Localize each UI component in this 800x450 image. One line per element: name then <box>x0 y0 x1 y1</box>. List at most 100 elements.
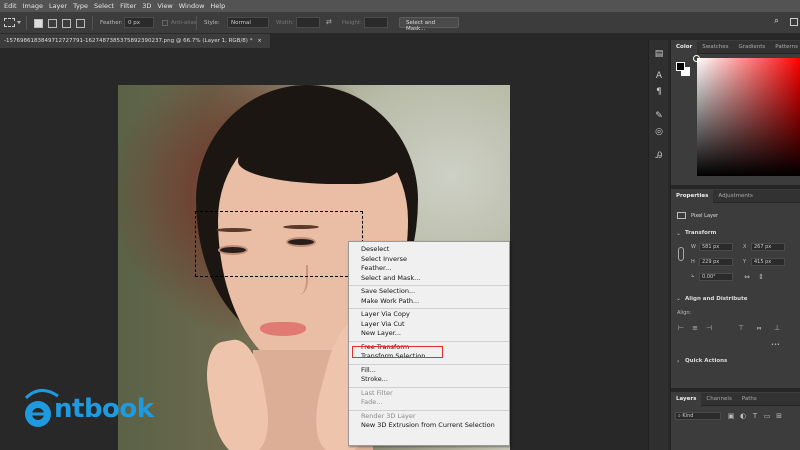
select-and-mask-button[interactable]: Select and Mask... <box>399 17 459 32</box>
menu-layer[interactable]: Layer <box>49 2 67 10</box>
menu-item-layer-via-cut[interactable]: Layer Via Cut <box>349 320 509 330</box>
menu-item-select-and-mask[interactable]: Select and Mask... <box>349 274 509 284</box>
character-icon[interactable]: A <box>653 70 665 82</box>
style-select[interactable]: Normal <box>227 17 269 28</box>
x-label: X <box>743 244 747 250</box>
quick-actions-label: Quick Actions <box>685 358 728 364</box>
link-icon[interactable] <box>678 247 684 261</box>
more-options[interactable]: ••• <box>771 342 780 348</box>
filter-shape-icon[interactable]: ▭ <box>763 412 771 420</box>
brush-icon[interactable]: ✎ <box>653 110 665 122</box>
properties-panel-tabs: Properties Adjustments <box>671 190 800 203</box>
filter-pixel-icon[interactable]: ▣ <box>727 412 735 420</box>
filter-type-icon[interactable]: T <box>751 412 759 420</box>
subtract-selection-icon[interactable] <box>62 19 71 28</box>
feather-label: Feather: <box>100 20 123 26</box>
menu-item-save-selection[interactable]: Save Selection... <box>349 287 509 297</box>
color-picker-handle[interactable] <box>693 55 700 62</box>
menu-item-deselect[interactable]: Deselect <box>349 245 509 255</box>
menu-window[interactable]: Window <box>179 2 205 10</box>
menu-3d[interactable]: 3D <box>142 2 151 10</box>
menu-view[interactable]: View <box>157 2 172 10</box>
search-icon[interactable]: ⌕ <box>774 16 779 26</box>
highlight-box <box>352 346 443 358</box>
tab-channels[interactable]: Channels <box>701 393 736 406</box>
w-input[interactable]: 581 px <box>699 243 733 251</box>
menu-item-fill[interactable]: Fill... <box>349 366 509 376</box>
chevron-right-icon[interactable]: › <box>677 358 679 365</box>
menu-item-new-3d-extrusion[interactable]: New 3D Extrusion from Current Selection <box>349 421 509 431</box>
height-input[interactable] <box>364 17 388 28</box>
chevron-down-icon[interactable]: ⌄ <box>676 230 681 237</box>
menu-item-last-filter: Last Filter <box>361 388 393 397</box>
menu-help[interactable]: Help <box>210 2 225 10</box>
marquee-selection[interactable] <box>195 211 363 277</box>
lips-shape <box>260 322 306 336</box>
filter-adjustment-icon[interactable]: ◐ <box>739 412 747 420</box>
menu-item-make-work-path[interactable]: Make Work Path... <box>349 297 509 307</box>
chevron-down-icon[interactable]: ⌄ <box>676 295 681 302</box>
w-label: W <box>691 244 696 250</box>
menu-item-feather[interactable]: Feather... <box>349 264 509 274</box>
angle-icon: ⦣ <box>691 272 695 279</box>
feather-input[interactable]: 0 px <box>124 17 154 28</box>
menu-filter[interactable]: Filter <box>120 2 136 10</box>
glyph-icon[interactable]: Ꭿ <box>653 150 665 162</box>
tab-color[interactable]: Color <box>671 41 698 54</box>
align-vcenter-icon[interactable]: ⧦ <box>755 324 763 332</box>
menu-image[interactable]: Image <box>23 2 43 10</box>
intersect-selection-icon[interactable] <box>76 19 85 28</box>
swap-icon[interactable]: ⇄ <box>326 18 332 26</box>
color-picker-field[interactable] <box>697 58 800 176</box>
align-right-icon[interactable]: ⊣ <box>705 324 713 332</box>
options-bar: Feather: 0 px Anti-alias Style: Normal W… <box>0 12 800 34</box>
width-input[interactable] <box>296 17 320 28</box>
align-left-icon[interactable]: ⊢ <box>677 324 685 332</box>
menu-select[interactable]: Select <box>94 2 114 10</box>
kind-filter-select[interactable]: ⌕ Kind <box>675 412 721 420</box>
document-title: -1576986183849712727791-1627487385375892… <box>4 38 253 44</box>
marquee-tool-icon[interactable] <box>4 18 15 27</box>
menu-item-select-inverse[interactable]: Select Inverse <box>349 255 509 265</box>
filter-smart-icon[interactable]: ⊞ <box>775 412 783 420</box>
close-icon[interactable]: × <box>257 38 262 44</box>
menu-item-new-layer[interactable]: New Layer... <box>349 329 509 339</box>
h-input[interactable]: 229 px <box>699 258 733 266</box>
foreground-color-swatch[interactable] <box>676 62 685 71</box>
tab-properties[interactable]: Properties <box>671 190 714 203</box>
context-menu: Deselect Select Inverse Feather... Selec… <box>348 241 510 446</box>
align-bottom-icon[interactable]: ⊥ <box>773 324 781 332</box>
tab-patterns[interactable]: Patterns <box>770 41 800 54</box>
angle-input[interactable]: 0.00° <box>699 273 733 281</box>
y-label: Y <box>743 259 747 265</box>
y-input[interactable]: 415 px <box>751 258 785 266</box>
history-icon[interactable]: ▤ <box>653 48 665 60</box>
menu-item-stroke[interactable]: Stroke... <box>349 375 509 385</box>
new-selection-icon[interactable] <box>34 19 43 28</box>
menu-type[interactable]: Type <box>73 2 88 10</box>
kind-label: Kind <box>682 413 694 419</box>
align-top-icon[interactable]: ⊤ <box>737 324 745 332</box>
tab-layers[interactable]: Layers <box>671 393 702 406</box>
document-tab[interactable]: -1576986183849712727791-1627487385375892… <box>0 34 270 48</box>
flip-horizontal-icon[interactable]: ⇔ <box>743 273 751 281</box>
tab-paths[interactable]: Paths <box>737 393 762 406</box>
paragraph-icon[interactable]: ¶ <box>653 86 665 98</box>
menu-item-render-3d-layer: Render 3D Layer <box>361 411 416 420</box>
menu-edit[interactable]: Edit <box>4 2 17 10</box>
workspace-icon[interactable] <box>790 18 798 26</box>
height-label: Height: <box>342 20 363 26</box>
panel-icon-strip: ▤ A ¶ ✎ ◎ Ꭿ <box>648 40 668 450</box>
clone-source-icon[interactable]: ◎ <box>653 126 665 138</box>
tab-adjustments[interactable]: Adjustments <box>713 190 757 203</box>
menu-item-layer-via-copy[interactable]: Layer Via Copy <box>349 310 509 320</box>
align-hcenter-icon[interactable]: ≡ <box>691 324 699 332</box>
tab-gradients[interactable]: Gradients <box>733 41 770 54</box>
antialias-checkbox[interactable] <box>162 20 168 26</box>
x-input[interactable]: 267 px <box>751 243 785 251</box>
chevron-down-icon[interactable] <box>17 21 21 24</box>
color-panel-tabs: Color Swatches Gradients Patterns <box>671 41 800 54</box>
flip-vertical-icon[interactable]: ⇕ <box>757 273 765 281</box>
tab-swatches[interactable]: Swatches <box>697 41 733 54</box>
add-selection-icon[interactable] <box>48 19 57 28</box>
